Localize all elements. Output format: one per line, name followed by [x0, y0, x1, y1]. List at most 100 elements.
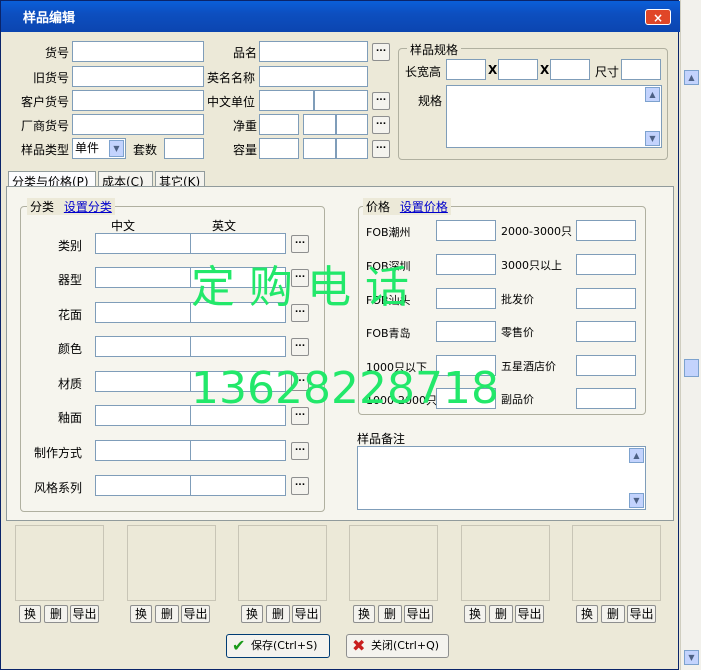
replace-button-5[interactable]: 换: [464, 605, 486, 623]
replace-button-6[interactable]: 换: [576, 605, 598, 623]
category-en-input-3[interactable]: [190, 336, 286, 357]
save-button[interactable]: ✔ 保存(Ctrl+S): [226, 634, 330, 658]
category-cn-input-6[interactable]: [95, 440, 191, 461]
kehuhuohao-input[interactable]: [72, 90, 204, 111]
delete-button-1[interactable]: 删: [44, 605, 68, 623]
label-kehuhuohao: 客户货号: [21, 95, 70, 109]
set-price-link[interactable]: 设置价格: [400, 200, 448, 214]
jingzhong-input-3[interactable]: [336, 114, 368, 135]
label-jingzhong: 净重: [233, 119, 258, 133]
delete-button-5[interactable]: 删: [489, 605, 513, 623]
page-scrollbar[interactable]: ▲ ▼: [680, 0, 701, 670]
label-jiuhuohao: 旧货号: [33, 71, 70, 85]
close-icon[interactable]: ×: [645, 9, 671, 25]
category-cn-input-1[interactable]: [95, 267, 191, 288]
category-cn-input-4[interactable]: [95, 371, 191, 392]
pinming-more-button[interactable]: ...: [372, 43, 390, 61]
tab-panel: 分类 设置分类 中文 英文 类别 ... 器型 ... 花面 ... 颜色 ..…: [6, 186, 674, 521]
price-right-label-0: 2000-3000只: [501, 225, 572, 238]
rongliang-more-button[interactable]: ...: [372, 140, 390, 158]
export-button-5[interactable]: 导出: [515, 605, 544, 623]
image-slot-1[interactable]: [15, 525, 104, 601]
pinming-input[interactable]: [259, 41, 368, 62]
scroll-up-icon[interactable]: ▲: [645, 87, 660, 102]
export-button-2[interactable]: 导出: [181, 605, 210, 623]
jingzhong-more-button[interactable]: ...: [372, 116, 390, 134]
price-right-input-5[interactable]: [576, 388, 636, 409]
price-right-input-0[interactable]: [576, 220, 636, 241]
row-label-0: 类别: [58, 239, 83, 253]
danwei-input-1[interactable]: [259, 90, 314, 111]
category-more-button-6[interactable]: ...: [291, 442, 309, 460]
delete-button-3[interactable]: 删: [266, 605, 290, 623]
height-input[interactable]: [550, 59, 590, 80]
price-left-input-0[interactable]: [436, 220, 496, 241]
danwei-input-2[interactable]: [314, 90, 368, 111]
replace-button-2[interactable]: 换: [130, 605, 152, 623]
scroll-down-icon[interactable]: ▼: [645, 131, 660, 146]
replace-button-4[interactable]: 换: [353, 605, 375, 623]
close-button[interactable]: ✖ 关闭(Ctrl+Q): [346, 634, 449, 658]
scroll-up-icon[interactable]: ▲: [629, 448, 644, 463]
category-en-input-6[interactable]: [190, 440, 286, 461]
category-more-button-7[interactable]: ...: [291, 477, 309, 495]
price-right-input-1[interactable]: [576, 254, 636, 275]
export-button-4[interactable]: 导出: [404, 605, 433, 623]
changshanghuohao-input[interactable]: [72, 114, 204, 135]
guige-textarea[interactable]: ▲ ▼: [446, 85, 662, 148]
replace-button-1[interactable]: 换: [19, 605, 41, 623]
jingzhong-input-1[interactable]: [259, 114, 299, 135]
price-right-input-2[interactable]: [576, 288, 636, 309]
rongliang-input-2[interactable]: [303, 138, 336, 159]
rongliang-input-3[interactable]: [336, 138, 368, 159]
category-cn-input-3[interactable]: [95, 336, 191, 357]
row-label-6: 制作方式: [34, 446, 83, 460]
category-en-input-7[interactable]: [190, 475, 286, 496]
page-scroll-thumb[interactable]: [684, 359, 699, 377]
category-cn-input-0[interactable]: [95, 233, 191, 254]
taoshu-input[interactable]: [164, 138, 204, 159]
price-left-input-3[interactable]: [436, 321, 496, 342]
category-cn-input-5[interactable]: [95, 405, 191, 426]
export-button-6[interactable]: 导出: [627, 605, 656, 623]
width-input[interactable]: [498, 59, 538, 80]
category-cn-input-7[interactable]: [95, 475, 191, 496]
huohao-input[interactable]: [72, 41, 204, 62]
export-button-1[interactable]: 导出: [70, 605, 99, 623]
price-left-input-1[interactable]: [436, 254, 496, 275]
category-more-button-3[interactable]: ...: [291, 338, 309, 356]
export-button-3[interactable]: 导出: [292, 605, 321, 623]
rongliang-input-1[interactable]: [259, 138, 299, 159]
scroll-down-icon[interactable]: ▼: [629, 493, 644, 508]
delete-button-6[interactable]: 删: [601, 605, 625, 623]
yingming-input[interactable]: [259, 66, 368, 87]
delete-button-4[interactable]: 删: [378, 605, 402, 623]
delete-button-2[interactable]: 删: [155, 605, 179, 623]
image-slot-5[interactable]: [461, 525, 550, 601]
danwei-more-button[interactable]: ...: [372, 92, 390, 110]
page-scroll-up-icon[interactable]: ▲: [684, 70, 699, 85]
label-guige: 规格: [418, 94, 443, 108]
remarks-textarea[interactable]: ▲ ▼: [357, 446, 646, 510]
price-right-input-4[interactable]: [576, 355, 636, 376]
chevron-down-icon[interactable]: ▼: [109, 140, 124, 157]
price-right-label-5: 副品价: [501, 393, 534, 406]
jiuhuohao-input[interactable]: [72, 66, 204, 87]
price-right-input-3[interactable]: [576, 321, 636, 342]
save-button-label: 保存(Ctrl+S): [251, 639, 318, 652]
category-cn-input-2[interactable]: [95, 302, 191, 323]
image-slot-3[interactable]: [238, 525, 327, 601]
size-input[interactable]: [621, 59, 661, 80]
row-label-1: 器型: [58, 273, 83, 287]
image-slot-2[interactable]: [127, 525, 216, 601]
price-left-input-2[interactable]: [436, 288, 496, 309]
jingzhong-input-2[interactable]: [303, 114, 336, 135]
set-category-link[interactable]: 设置分类: [64, 200, 112, 214]
image-slot-4[interactable]: [349, 525, 438, 601]
leixing-select[interactable]: 单件 ▼: [72, 138, 126, 159]
title-bar[interactable]: 样品编辑 ×: [1, 1, 680, 32]
page-scroll-down-icon[interactable]: ▼: [684, 650, 699, 665]
length-input[interactable]: [446, 59, 486, 80]
image-slot-6[interactable]: [572, 525, 661, 601]
replace-button-3[interactable]: 换: [241, 605, 263, 623]
